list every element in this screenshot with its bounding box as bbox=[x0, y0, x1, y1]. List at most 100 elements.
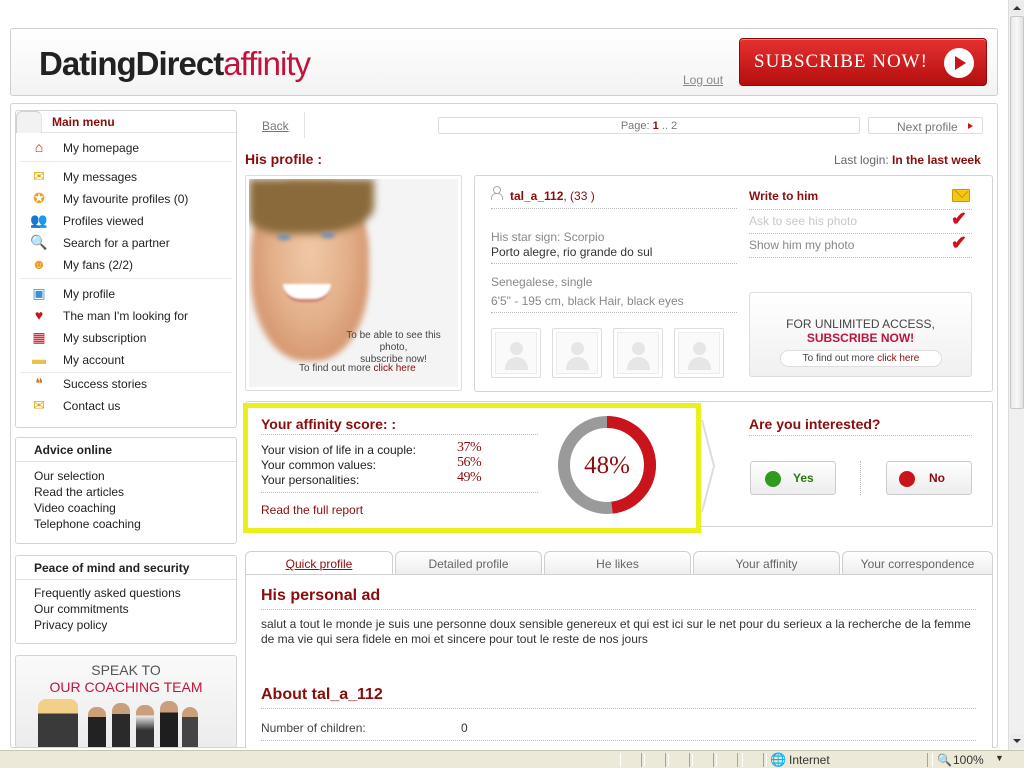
logout-link[interactable]: Log out bbox=[683, 73, 723, 87]
pagination: Page: 1 .. 2 bbox=[438, 117, 860, 134]
unlimited-subscribe[interactable]: SUBSCRIBE NOW! bbox=[750, 331, 971, 345]
personal-ad-text: salut a tout le monde je suis une person… bbox=[261, 617, 971, 646]
no-button[interactable]: No bbox=[886, 461, 972, 495]
menu-item-label: My messages bbox=[63, 170, 138, 184]
menu-item-subscription[interactable]: ▦ My subscription bbox=[20, 328, 232, 348]
nationality-status: Senegalese, single bbox=[491, 275, 593, 289]
scroll-up-arrow-icon[interactable] bbox=[1010, 1, 1024, 15]
unlimited-click-here-link[interactable]: click here bbox=[877, 353, 919, 364]
calendar-icon: ▦ bbox=[32, 329, 46, 345]
checkmark-icon: ✔ bbox=[951, 233, 967, 254]
scroll-thumb[interactable] bbox=[1010, 16, 1024, 409]
site-header: DatingDirectaffinity Log out SUBSCRIBE N… bbox=[10, 28, 998, 96]
menu-item-favourite-profiles[interactable]: ✪ My favourite profiles (0) bbox=[20, 189, 232, 209]
tab-he-likes[interactable]: He likes bbox=[544, 551, 691, 575]
affinity-row-value: 56% bbox=[457, 455, 482, 470]
photo-click-here-link[interactable]: click here bbox=[374, 363, 416, 374]
page-2-link[interactable]: 2 bbox=[671, 120, 677, 132]
tab-your-correspondence[interactable]: Your correspondence bbox=[842, 551, 993, 575]
children-value: 0 bbox=[461, 721, 468, 735]
coaching-team-banner[interactable]: SPEAK TO OUR COACHING TEAM bbox=[15, 655, 237, 748]
tab-quick-profile[interactable]: Quick profile bbox=[245, 551, 393, 576]
physique: 6'5" - 195 cm, black Hair, black eyes bbox=[491, 294, 684, 308]
menu-item-search-partner[interactable]: 🔍 Search for a partner bbox=[20, 233, 232, 253]
link-read-articles[interactable]: Read the articles bbox=[34, 485, 124, 499]
blurred-profile-photo: To be able to see this photo, subscribe n… bbox=[249, 179, 458, 387]
link-our-selection[interactable]: Our selection bbox=[34, 469, 105, 483]
ask-to-see-photo[interactable]: Ask to see his photo bbox=[749, 214, 857, 228]
vertical-scrollbar[interactable] bbox=[1008, 0, 1024, 750]
x-circle-icon bbox=[899, 471, 915, 487]
browser-status-bar: 🌐 Internet 🔍 100% ▼ bbox=[0, 750, 1024, 768]
affinity-row-value: 49% bbox=[457, 470, 482, 485]
menu-item-account[interactable]: ▬ My account bbox=[20, 350, 232, 370]
back-link[interactable]: Back bbox=[262, 119, 289, 133]
tab-label: Quick profile bbox=[285, 557, 353, 571]
unlimited-line1: FOR UNLIMITED ACCESS, bbox=[786, 317, 935, 331]
site-logo[interactable]: DatingDirectaffinity bbox=[39, 45, 311, 83]
menu-item-label: The man I'm looking for bbox=[63, 309, 189, 323]
photo-thumbnail-1[interactable] bbox=[491, 328, 541, 378]
link-commitments[interactable]: Our commitments bbox=[34, 602, 129, 616]
menu-item-label: Success stories bbox=[63, 377, 148, 391]
photo-more-text: To find out more bbox=[299, 363, 371, 374]
peace-of-mind-box: Peace of mind and security Frequently as… bbox=[15, 555, 237, 644]
children-label: Number of children: bbox=[261, 721, 366, 735]
read-full-report-link[interactable]: Read the full report bbox=[261, 503, 363, 517]
page-label: Page: bbox=[620, 120, 650, 132]
menu-item-my-fans[interactable]: ☻ My fans (2/2) bbox=[20, 255, 232, 275]
coaching-line2: OUR COACHING TEAM bbox=[49, 679, 203, 695]
affinity-row-value: 37% bbox=[457, 440, 482, 455]
next-profile-button[interactable]: Next profile bbox=[868, 117, 983, 134]
tab-label: Detailed profile bbox=[428, 557, 509, 571]
find-out-more-text: To find out more bbox=[802, 353, 875, 364]
envelope-icon: ✉ bbox=[33, 168, 45, 184]
find-out-more-pill[interactable]: To find out more click here bbox=[780, 350, 942, 367]
affinity-row-label: Your common values: bbox=[261, 458, 376, 472]
link-video-coaching[interactable]: Video coaching bbox=[34, 501, 116, 515]
lock-icon bbox=[742, 753, 764, 767]
tab-detailed-profile[interactable]: Detailed profile bbox=[395, 551, 542, 575]
menu-item-contact-us[interactable]: ✉ Contact us bbox=[20, 396, 232, 416]
subscribe-now-button[interactable]: SUBSCRIBE NOW! bbox=[739, 38, 987, 86]
profile-photo-box[interactable]: To be able to see this photo, subscribe n… bbox=[245, 175, 462, 391]
profile-card-icon: ▣ bbox=[32, 285, 46, 301]
show-him-my-photo[interactable]: Show him my photo bbox=[749, 238, 854, 252]
menu-item-success-stories[interactable]: ❝ Success stories bbox=[20, 374, 232, 394]
photo-thumbnail-2[interactable] bbox=[552, 328, 602, 378]
photo-thumbnail-3[interactable] bbox=[613, 328, 663, 378]
link-privacy-policy[interactable]: Privacy policy bbox=[34, 618, 107, 632]
link-faq[interactable]: Frequently asked questions bbox=[34, 586, 181, 600]
profile-heading: His profile : bbox=[245, 151, 323, 167]
photo-thumbnail-4[interactable] bbox=[674, 328, 724, 378]
envelope-icon[interactable] bbox=[952, 189, 970, 202]
menu-item-profiles-viewed[interactable]: 👥 Profiles viewed bbox=[20, 211, 232, 231]
link-telephone-coaching[interactable]: Telephone coaching bbox=[34, 517, 141, 531]
logo-text-main: DatingDirect bbox=[39, 45, 224, 82]
menu-item-man-looking-for[interactable]: ♥ The man I'm looking for bbox=[20, 306, 232, 326]
affinity-row-label: Your vision of life in a couple: bbox=[261, 443, 416, 457]
fans-icon: ☻ bbox=[31, 256, 47, 272]
yes-button[interactable]: Yes bbox=[750, 461, 836, 495]
write-to-him-link[interactable]: Write to him bbox=[749, 189, 818, 203]
menu-item-messages[interactable]: ✉ My messages bbox=[20, 167, 232, 187]
tab-your-affinity[interactable]: Your affinity bbox=[693, 551, 840, 575]
menu-item-label: My subscription bbox=[63, 331, 147, 345]
main-menu-header: Main menu bbox=[16, 111, 236, 133]
users-icon: 👥 bbox=[30, 212, 48, 228]
menu-item-label: My homepage bbox=[63, 141, 140, 155]
chevron-right-icon bbox=[701, 419, 716, 513]
menu-item-label: Search for a partner bbox=[63, 236, 170, 250]
star-icon: ✪ bbox=[33, 190, 45, 206]
profile-age: , (33 ) bbox=[563, 189, 595, 203]
scroll-down-arrow-icon[interactable] bbox=[1010, 734, 1024, 748]
envelope-icon: ✉ bbox=[33, 397, 45, 413]
profile-username: tal_a_112, (33 ) bbox=[510, 189, 595, 203]
advice-online-title: Advice online bbox=[16, 438, 236, 462]
menu-item-label: Profiles viewed bbox=[63, 214, 144, 228]
username-text: tal_a_112 bbox=[510, 189, 564, 203]
menu-item-homepage[interactable]: ⌂ My homepage bbox=[20, 138, 232, 158]
menu-item-my-profile[interactable]: ▣ My profile bbox=[20, 284, 232, 304]
peace-of-mind-title: Peace of mind and security bbox=[16, 556, 236, 580]
zoom-control[interactable]: 🔍 100% ▼ bbox=[932, 753, 1006, 767]
